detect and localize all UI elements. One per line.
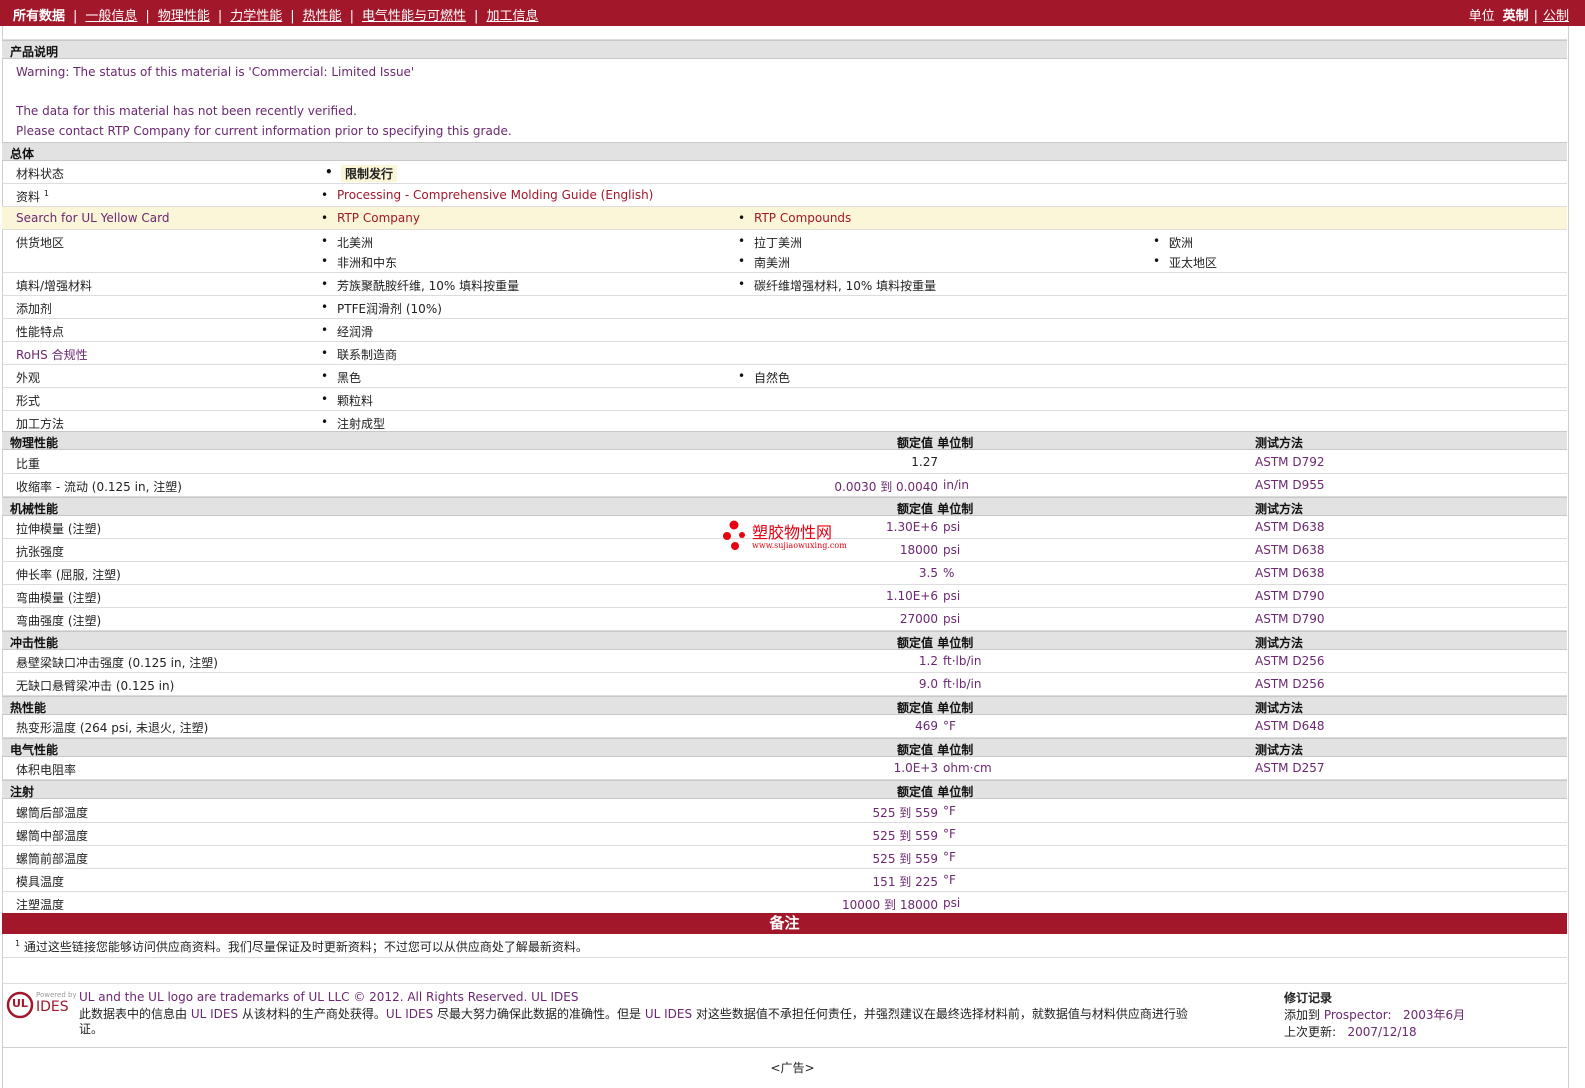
unit-metric-link[interactable]: 公制	[1543, 9, 1569, 24]
unit-english: 英制	[1502, 9, 1529, 24]
row-front-temp: 螺筒前部温度 525 到 559 °F	[2, 846, 1567, 869]
row-shrinkage: 收缩率 - 流动 (0.125 in, 注塑) 0.0030 到 0.0040 …	[2, 474, 1567, 497]
rohs-label: RoHS 合规性	[16, 348, 88, 362]
row-unnotched-izod: 无缺口悬臂梁冲击 (0.125 in) 9.0 ft·lb/in ASTM D2…	[2, 673, 1567, 696]
row-elongation: 伸长率 (屈服, 注塑) 3.5 % ASTM D638	[2, 562, 1567, 585]
row-injection-pressure: 注塑温度 10000 到 18000 psi	[2, 892, 1567, 915]
notes-text: 通过这些链接您能够访问供应商资料。我们尽量保证及时更新资料；不过您可以从供应商处…	[23, 940, 588, 954]
watermark-title: 塑胶物性网	[752, 523, 833, 542]
thermal-header: 热性能 额定值 单位制 测试方法	[2, 696, 1567, 715]
search-ul-yellow-card-label: Search for UL Yellow Card	[16, 211, 170, 225]
footer-divider	[2, 1044, 1567, 1048]
notes-header: 备注	[2, 913, 1567, 934]
ul-ides-logo: UL Powered by IDES	[6, 990, 77, 1020]
nav-physical[interactable]: 物理性能	[158, 9, 210, 24]
nav-mechanical[interactable]: 力学性能	[230, 9, 282, 24]
row-literature: 资料 1 Processing - Comprehensive Molding …	[2, 184, 1567, 207]
injection-header: 注射 额定值 单位制	[2, 780, 1567, 799]
row-appearance: 外观 黑色 自然色	[2, 365, 1567, 388]
row-notched-izod: 悬壁梁缺口冲击强度 (0.125 in, 注塑) 1.2 ft·lb/in AS…	[2, 650, 1567, 673]
contact-company-text: Please contact RTP Company for current i…	[16, 124, 512, 138]
row-flexural-strength: 弯曲强度 (注塑) 27000 psi ASTM D790	[2, 608, 1567, 631]
impact-header: 冲击性能 额定值 单位制 测试方法	[2, 631, 1567, 650]
nav-general-info[interactable]: 一般信息	[85, 9, 137, 24]
spacer-row	[2, 26, 1567, 40]
row-ul-yellow-card: Search for UL Yellow Card RTP Company RT…	[2, 207, 1567, 230]
row-rear-temp: 螺筒后部温度 525 到 559 °F	[2, 800, 1567, 823]
electrical-header: 电气性能 额定值 单位制 测试方法	[2, 738, 1567, 757]
notes-row: 1 通过这些链接您能够访问供应商资料。我们尽量保证及时更新资料；不过您可以从供应…	[2, 934, 1567, 958]
watermark-url: www.sujiaowuxing.com	[752, 541, 847, 550]
physical-header: 物理性能 额定值 单位制 测试方法	[2, 431, 1567, 450]
units-label: 单位	[1468, 9, 1495, 24]
row-additive: 添加剂 PTFE润滑剂 (10%)	[2, 296, 1567, 319]
row-volume-resistivity: 体积电阻率 1.0E+3 ohm·cm ASTM D257	[2, 757, 1567, 780]
trademark-text: UL and the UL logo are trademarks of UL …	[79, 990, 579, 1004]
disclaimer-text: 此数据表中的信息由 UL IDES 从该材料的生产商处获得。UL IDES 尽最…	[79, 1007, 1188, 1021]
row-form: 形式 颗粒料	[2, 388, 1567, 411]
row-mold-temp: 模具温度 151 到 225 °F	[2, 869, 1567, 892]
row-material-status: 材料状态 限制发行	[2, 161, 1567, 184]
link-molding-guide[interactable]: Processing - Comprehensive Molding Guide…	[321, 188, 653, 202]
section-nav: 所有数据 | 一般信息 | 物理性能 | 力学性能 | 热性能 | 电气性能与可燃性 | 加工信息	[13, 9, 539, 24]
watermark-dots-icon	[723, 520, 745, 550]
notes-spacer	[2, 958, 1567, 984]
row-rohs: RoHS 合规性 联系制造商	[2, 342, 1567, 365]
row-specific-gravity: 比重 1.27 ASTM D792	[2, 451, 1567, 474]
row-filler: 填料/增强材料 芳族聚酰胺纤维, 10% 填料按重量 碳纤维增强材料, 10% …	[2, 273, 1567, 296]
nav-processing[interactable]: 加工信息	[486, 9, 538, 24]
ad-label: <广告>	[770, 1061, 815, 1075]
row-flexural-modulus: 弯曲模量 (注塑) 1.10E+6 psi ASTM D790	[2, 585, 1567, 608]
row-availability: 供货地区 北美洲 拉丁美洲 欧洲 非洲和中东 南美洲 亚太地区	[2, 230, 1567, 273]
row-features: 性能特点 经润滑	[2, 319, 1567, 342]
general-header: 总体	[2, 142, 1567, 161]
watermark-logo: 塑胶物性网 www.sujiaowuxing.com	[722, 519, 852, 555]
nav-electrical[interactable]: 电气性能与可燃性	[362, 9, 466, 24]
revision-title: 修订记录	[1284, 991, 1333, 1005]
unit-switcher: 单位 英制 | 公制	[1468, 9, 1569, 24]
mechanical-header: 机械性能 额定值 单位制 测试方法	[2, 497, 1567, 516]
nav-thermal[interactable]: 热性能	[303, 9, 342, 24]
disclaimer-text-end: 证。	[79, 1022, 104, 1036]
not-verified-text: The data for this material has not been …	[16, 104, 357, 118]
link-rtp-company[interactable]: RTP Company	[321, 211, 420, 225]
nav-all-data[interactable]: 所有数据	[13, 9, 65, 24]
top-nav-bar: 所有数据 | 一般信息 | 物理性能 | 力学性能 | 热性能 | 电气性能与可燃性 | 加工信息 单位…	[0, 0, 1585, 26]
status-limited-issue: 限制发行	[325, 165, 398, 182]
method-astm-d792: ASTM D792	[1255, 455, 1325, 469]
revision-updated: 上次更新: 2007/12/18	[1284, 1025, 1417, 1039]
revision-added: 添加到 Prospector: 2003年6月	[1284, 1008, 1466, 1022]
link-rtp-compounds[interactable]: RTP Compounds	[738, 211, 851, 225]
row-hdt: 热变形温度 (264 psi, 未退火, 注塑) 469 °F ASTM D64…	[2, 715, 1567, 738]
row-middle-temp: 螺筒中部温度 525 到 559 °F	[2, 823, 1567, 846]
warning-status-text: Warning: The status of this material is …	[16, 65, 415, 79]
product-description-header: 产品说明	[2, 40, 1567, 59]
